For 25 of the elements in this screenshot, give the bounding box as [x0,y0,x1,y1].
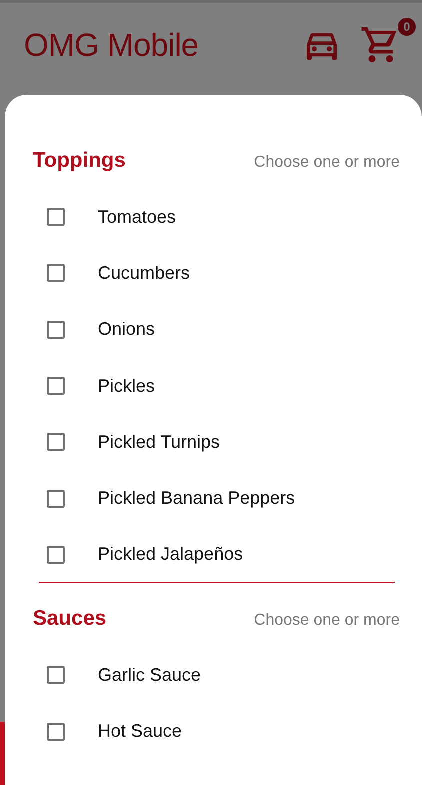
option-label[interactable]: Garlic Sauce [98,664,202,686]
checkbox[interactable] [47,433,65,452]
side-strip [0,722,5,785]
option-label[interactable]: Hot Sauce [98,721,182,742]
checkbox[interactable] [47,490,65,508]
checkbox[interactable] [47,264,65,282]
option-label[interactable]: Onions [98,319,156,340]
section-hint: Choose one or more [254,154,400,172]
app-title: OMG Mobile [24,26,199,64]
option-label[interactable]: Cucumbers [98,262,190,284]
option-label[interactable]: Pickled Banana Peppers [98,488,296,510]
checkbox[interactable] [47,377,65,396]
cart-count-badge: 0 [398,18,416,36]
option-label[interactable]: Tomatoes [98,206,176,228]
checkbox[interactable] [47,666,65,684]
option-label[interactable]: Pickles [98,376,156,397]
section-title: Sauces [33,607,107,632]
checkbox[interactable] [47,722,65,741]
section-hint: Choose one or more [254,612,400,630]
option-label[interactable]: Pickled Turnips [98,432,220,453]
section-title: Toppings [33,149,126,173]
checkbox[interactable] [47,546,65,564]
checkbox[interactable] [47,208,65,226]
option-label[interactable]: Pickled Jalapeños [98,544,244,566]
checkbox[interactable] [47,320,65,339]
